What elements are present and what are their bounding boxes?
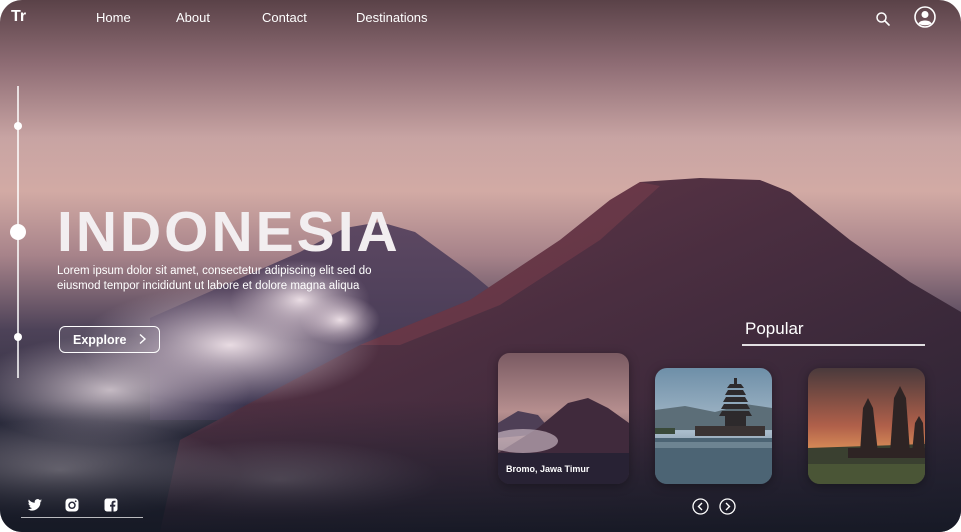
chevron-right-icon bbox=[139, 333, 147, 345]
slide-dot-3[interactable] bbox=[14, 333, 22, 341]
popular-card-temple-lake[interactable] bbox=[655, 368, 772, 484]
search-icon[interactable] bbox=[875, 11, 891, 27]
instagram-icon[interactable] bbox=[64, 497, 80, 513]
popular-heading: Popular bbox=[745, 319, 804, 338]
explore-button[interactable]: Expplore bbox=[59, 326, 160, 353]
slide-dot-2-active[interactable] bbox=[10, 224, 26, 240]
twitter-icon[interactable] bbox=[27, 497, 43, 513]
hero-description: Lorem ipsum dolor sit amet, consectetur … bbox=[57, 265, 372, 292]
nav-destinations-link[interactable]: Destinations bbox=[356, 10, 428, 25]
brand-logo[interactable]: Tr bbox=[11, 8, 26, 26]
card-image-prambanan bbox=[808, 368, 925, 484]
chevron-left-circle-icon[interactable] bbox=[692, 498, 709, 515]
facebook-icon[interactable] bbox=[103, 497, 119, 513]
social-divider bbox=[21, 517, 143, 518]
nav-contact-link[interactable]: Contact bbox=[262, 10, 307, 25]
nav-about-link[interactable]: About bbox=[176, 10, 210, 25]
hero-title: INDONESIA bbox=[57, 200, 401, 264]
chevron-right-circle-icon[interactable] bbox=[719, 498, 736, 515]
card-image-temple-lake bbox=[655, 368, 772, 484]
explore-button-label: Expplore bbox=[73, 332, 127, 347]
slide-dot-1[interactable] bbox=[14, 122, 22, 130]
popular-card-bromo[interactable]: Bromo, Jawa Timur bbox=[498, 353, 629, 484]
popular-divider bbox=[742, 344, 925, 346]
app-frame: Tr Home About Contact Destinations INDON… bbox=[0, 0, 961, 532]
card-caption-bromo: Bromo, Jawa Timur bbox=[506, 464, 590, 474]
user-icon[interactable] bbox=[914, 6, 936, 28]
nav-home-link[interactable]: Home bbox=[96, 10, 131, 25]
popular-card-prambanan[interactable] bbox=[808, 368, 925, 484]
